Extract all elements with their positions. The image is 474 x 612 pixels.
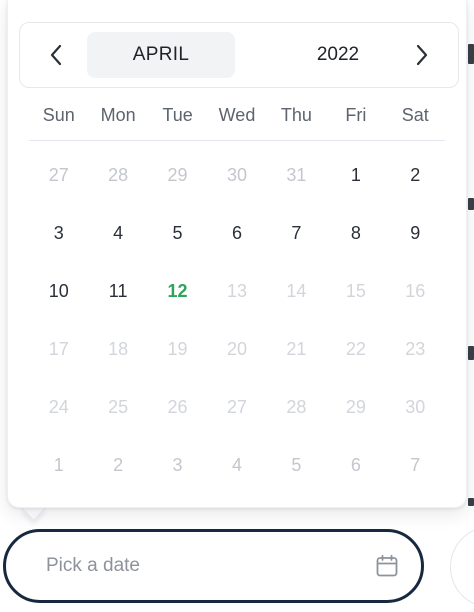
day-cell[interactable]: 8: [326, 204, 385, 262]
day-cell[interactable]: 4: [88, 204, 147, 262]
weekday-divider: [29, 140, 445, 141]
day-cell: 17: [48, 338, 69, 359]
weekday-sat: Sat: [401, 104, 429, 125]
day-cell: 22: [345, 338, 366, 359]
day-cell: 16: [405, 280, 426, 301]
day-cell: 18: [108, 338, 129, 359]
day-cell: 30: [405, 396, 426, 417]
day-cell: 23: [405, 338, 426, 359]
weekday-mon: Mon: [100, 104, 136, 125]
chevron-left-icon: [50, 44, 62, 66]
day-cell-today[interactable]: 12: [148, 262, 207, 320]
day-cell: 27: [226, 396, 247, 417]
weekday-fri: Fri: [345, 104, 367, 125]
day-cell[interactable]: 1: [29, 436, 88, 494]
date-input-placeholder: Pick a date: [46, 555, 140, 576]
day-cell[interactable]: 5: [267, 436, 326, 494]
day-cell[interactable]: 11: [88, 262, 147, 320]
day-cell[interactable]: 10: [29, 262, 88, 320]
year-label: 2022: [316, 44, 360, 65]
day-cell[interactable]: 29: [148, 146, 207, 204]
weekday-sun: Sun: [42, 104, 75, 125]
day-cell[interactable]: 30: [207, 146, 266, 204]
weekday-row: Sun Mon Tue Wed Thu Fri Sat: [29, 98, 445, 132]
day-cell[interactable]: 2: [386, 146, 445, 204]
day-cell[interactable]: 4: [207, 436, 266, 494]
day-cell[interactable]: 3: [29, 204, 88, 262]
day-cell[interactable]: 3: [148, 436, 207, 494]
day-cell[interactable]: 7: [386, 436, 445, 494]
day-grid: 27 28 29 30 31 1 2 3 4 5 6 7 8 9 10 11 12 13 14 15 16 17 18 19 2…: [29, 146, 445, 494]
previous-month-button[interactable]: [36, 35, 76, 75]
weekday-wed: Wed: [218, 104, 256, 125]
background-content-hint: [468, 44, 474, 64]
month-selector[interactable]: APRIL: [87, 32, 235, 78]
chevron-right-icon: [416, 44, 428, 66]
day-cell[interactable]: 6: [326, 436, 385, 494]
day-cell: 15: [345, 280, 366, 301]
day-cell: 13: [226, 280, 247, 301]
calendar-header: APRIL 2022: [19, 22, 459, 88]
day-cell[interactable]: 1: [326, 146, 385, 204]
day-cell[interactable]: 7: [267, 204, 326, 262]
background-content-hint: [468, 346, 474, 360]
day-cell[interactable]: 27: [29, 146, 88, 204]
day-cell: 24: [48, 396, 69, 417]
next-month-button[interactable]: [402, 35, 442, 75]
day-cell[interactable]: 28: [88, 146, 147, 204]
day-cell: 14: [286, 280, 307, 301]
day-cell[interactable]: 6: [207, 204, 266, 262]
calendar-popover: APRIL 2022 Sun Mon Tue Wed Thu Fri Sat 2…: [7, 0, 467, 508]
weekday-tue: Tue: [162, 104, 193, 125]
day-cell[interactable]: 5: [148, 204, 207, 262]
date-picker-screen: APRIL 2022 Sun Mon Tue Wed Thu Fri Sat 2…: [0, 0, 474, 612]
day-cell: 21: [286, 338, 307, 359]
background-content-hint: [468, 198, 474, 210]
date-input[interactable]: Pick a date: [3, 529, 424, 603]
day-cell: 25: [108, 396, 129, 417]
month-label: APRIL: [132, 44, 190, 65]
background-content-hint: [468, 498, 474, 506]
day-cell[interactable]: 2: [88, 436, 147, 494]
day-cell: 28: [286, 396, 307, 417]
background-round-button: [450, 526, 474, 608]
day-cell: 19: [167, 338, 188, 359]
day-cell[interactable]: 9: [386, 204, 445, 262]
day-cell: 20: [226, 338, 247, 359]
day-cell: 26: [167, 396, 188, 417]
year-selector[interactable]: 2022: [280, 32, 396, 78]
weekday-thu: Thu: [280, 104, 312, 125]
day-cell[interactable]: 31: [267, 146, 326, 204]
day-cell: 29: [345, 396, 366, 417]
calendar-icon[interactable]: [375, 554, 399, 578]
